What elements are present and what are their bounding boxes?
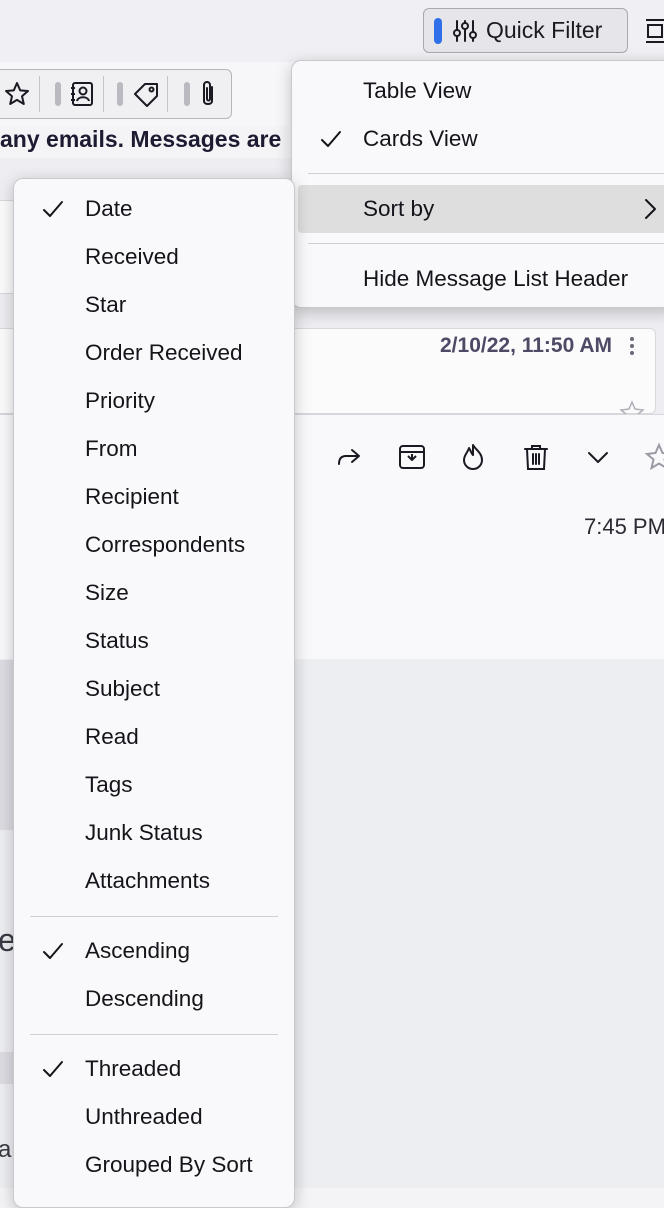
sort-field-tags[interactable]: Tags <box>14 761 294 809</box>
menu-item-label: Tags <box>85 772 133 797</box>
delete-icon <box>524 445 548 470</box>
menu-item-hide-header[interactable]: Hide Message List Header <box>292 255 664 303</box>
attachment-filter-button[interactable] <box>175 70 227 118</box>
filter-separator <box>39 76 40 112</box>
sort-field-recipient[interactable]: Recipient <box>14 473 294 521</box>
message-date: 2/10/22, 11:50 AM <box>440 334 612 357</box>
sort-field-junk-status[interactable]: Junk Status <box>14 809 294 857</box>
menu-item-label: Attachments <box>85 868 211 893</box>
starred-filter-button[interactable] <box>0 70 39 118</box>
menu-item-label: Descending <box>85 986 204 1011</box>
sort-field-read[interactable]: Read <box>14 713 294 761</box>
archive-icon <box>399 445 425 469</box>
threading-unthreaded[interactable]: Unthreaded <box>14 1093 294 1141</box>
menu-item-label: Star <box>85 292 127 317</box>
sort-field-priority[interactable]: Priority <box>14 377 294 425</box>
menu-item-label: From <box>85 436 138 461</box>
threading-threaded[interactable]: Threaded <box>14 1045 294 1093</box>
quick-filter-label: Quick Filter <box>486 17 603 43</box>
contact-filter-button[interactable] <box>47 70 103 118</box>
menu-item-label: Subject <box>85 676 161 701</box>
checkmark-icon <box>43 1061 63 1077</box>
background-text: a <box>0 1136 12 1163</box>
menu-item-label: Priority <box>85 388 156 413</box>
filter-notice-text: any emails. Messages are <box>0 126 282 152</box>
archive-button[interactable] <box>395 440 429 474</box>
junk-icon <box>463 444 483 470</box>
filter-button-group <box>0 69 232 119</box>
menu-separator <box>30 1034 278 1035</box>
menu-item-label: Cards View <box>363 126 478 151</box>
star-icon <box>644 442 664 471</box>
checkmark-icon <box>321 131 341 147</box>
menu-separator <box>30 916 278 917</box>
contact-filter-toggle[interactable] <box>55 82 61 106</box>
checkmark-icon <box>43 201 63 217</box>
sort-field-correspondents[interactable]: Correspondents <box>14 521 294 569</box>
message-time: 7:45 PM <box>584 514 664 539</box>
menu-item-label: Status <box>85 628 149 653</box>
quick-filter-button[interactable]: Quick Filter <box>423 8 628 53</box>
sort-field-order-received[interactable]: Order Received <box>14 329 294 377</box>
tag-filter-button[interactable] <box>111 70 167 118</box>
delete-button[interactable] <box>519 440 553 474</box>
sort-field-date[interactable]: Date <box>14 185 294 233</box>
background-panel <box>0 1052 14 1084</box>
chevron-down-icon <box>588 452 608 463</box>
filter-separator <box>103 76 104 112</box>
sort-field-attachments[interactable]: Attachments <box>14 857 294 905</box>
star-message-button[interactable] <box>642 440 664 474</box>
menu-item-label: Junk Status <box>85 820 203 845</box>
sort-field-from[interactable]: From <box>14 425 294 473</box>
sort-field-star[interactable]: Star <box>14 281 294 329</box>
more-actions-button[interactable] <box>581 440 615 474</box>
chevron-right-icon <box>645 199 656 219</box>
sort-by-submenu: Date Received Star Order Received Priority Fr… <box>13 178 295 1208</box>
menu-item-label: Hide Message List Header <box>363 266 629 291</box>
menu-item-sort-by[interactable]: Sort by <box>298 185 664 233</box>
sort-field-subject[interactable]: Subject <box>14 665 294 713</box>
filter-sliders-icon <box>453 19 477 42</box>
quick-filter-toggle[interactable] <box>434 17 442 44</box>
menu-item-label: Unthreaded <box>85 1104 203 1129</box>
more-options-icon[interactable] <box>626 334 638 358</box>
menu-item-label: Received <box>85 244 179 269</box>
sort-field-received[interactable]: Received <box>14 233 294 281</box>
menu-item-label: Correspondents <box>85 532 246 557</box>
sort-order-ascending[interactable]: Ascending <box>14 927 294 975</box>
address-book-icon <box>71 82 93 106</box>
tag-icon <box>134 83 158 107</box>
menu-item-label: Date <box>85 196 133 221</box>
menu-item-label: Threaded <box>85 1056 182 1081</box>
menu-item-label: Table View <box>363 78 472 103</box>
menu-separator <box>308 243 664 244</box>
attachment-icon <box>203 81 213 105</box>
background-panel <box>0 660 14 830</box>
menu-item-label: Recipient <box>85 484 179 509</box>
attachment-filter-toggle[interactable] <box>184 82 190 106</box>
sort-order-descending[interactable]: Descending <box>14 975 294 1023</box>
menu-item-label: Sort by <box>363 196 435 221</box>
forward-icon <box>338 449 360 465</box>
layout-icon[interactable] <box>642 16 664 46</box>
view-options-menu: Table View Cards View Sort by Hide Messa… <box>291 60 664 308</box>
menu-item-label: Size <box>85 580 129 605</box>
menu-item-cards-view[interactable]: Cards View <box>292 115 664 163</box>
filter-separator <box>167 76 168 112</box>
threading-grouped-by-sort[interactable]: Grouped By Sort <box>14 1141 294 1189</box>
sort-field-size[interactable]: Size <box>14 569 294 617</box>
star-icon <box>5 82 29 105</box>
checkmark-icon <box>43 943 63 959</box>
menu-separator <box>308 173 664 174</box>
sort-field-status[interactable]: Status <box>14 617 294 665</box>
menu-item-label: Grouped By Sort <box>85 1152 253 1177</box>
menu-item-label: Order Received <box>85 340 243 365</box>
menu-item-label: Read <box>85 724 139 749</box>
junk-button[interactable] <box>456 440 490 474</box>
forward-button[interactable] <box>332 440 366 474</box>
menu-item-label: Ascending <box>85 938 191 963</box>
tag-filter-toggle[interactable] <box>117 82 123 106</box>
menu-item-table-view[interactable]: Table View <box>292 67 664 115</box>
